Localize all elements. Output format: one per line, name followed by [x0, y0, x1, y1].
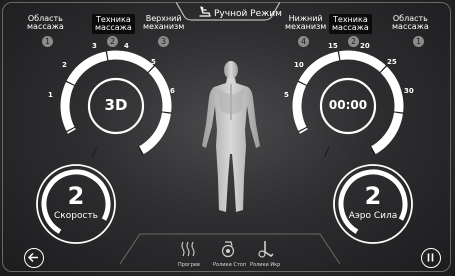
- timer-tick-5: 5: [284, 91, 289, 99]
- timer-tick-10: 10: [294, 61, 304, 69]
- speed-value: 2: [67, 182, 85, 210]
- timer-value: 00:00: [328, 98, 368, 112]
- intensity-tick-6: 6: [170, 87, 175, 95]
- back-button[interactable]: [24, 248, 44, 268]
- massage-chair-icon: [199, 6, 211, 17]
- calf-roller-icon[interactable]: [258, 240, 276, 258]
- calf-rollers-label: Ролики Икр: [250, 262, 281, 268]
- speed-label: Скорость: [54, 211, 98, 221]
- tab-left-massage-area[interactable]: Область массажа: [27, 15, 64, 31]
- intensity-tick-2: 2: [62, 61, 67, 69]
- air-force-value: 2: [364, 182, 382, 210]
- intensity-tick-1: 1: [48, 91, 53, 99]
- intensity-tick-3: 3: [92, 42, 97, 50]
- timer-tick-25: 25: [387, 58, 397, 66]
- tab-right-massage-area[interactable]: Область массажа: [392, 15, 429, 31]
- tab-lower-mechanism[interactable]: Нижний механизм: [285, 15, 326, 31]
- foot-rollers-label: Ролики Стоп: [213, 262, 247, 268]
- intensity-tick-5: 5: [151, 58, 156, 66]
- pause-button[interactable]: [421, 248, 441, 268]
- intensity-tick-4: 4: [124, 42, 129, 50]
- tab-right-massage-technique[interactable]: Техника массажа: [329, 14, 372, 34]
- heat-waves-icon[interactable]: [180, 240, 196, 258]
- timer-tick-20: 20: [360, 42, 370, 50]
- foot-roller-icon[interactable]: [220, 240, 238, 258]
- timer-tick-15: 15: [328, 42, 338, 50]
- intensity-value: 3D: [104, 96, 128, 114]
- air-force-label: Аэро Сила: [348, 211, 398, 221]
- tab-left-massage-technique[interactable]: Техника массажа: [92, 14, 135, 34]
- mode-title[interactable]: Ручной Режим: [214, 9, 282, 19]
- pause-icon: [427, 253, 434, 262]
- arrow-left-icon: [27, 252, 38, 263]
- heating-label: Прогрев: [178, 262, 200, 268]
- body-figure-image: [202, 61, 260, 212]
- timer-tick-30: 30: [404, 87, 414, 95]
